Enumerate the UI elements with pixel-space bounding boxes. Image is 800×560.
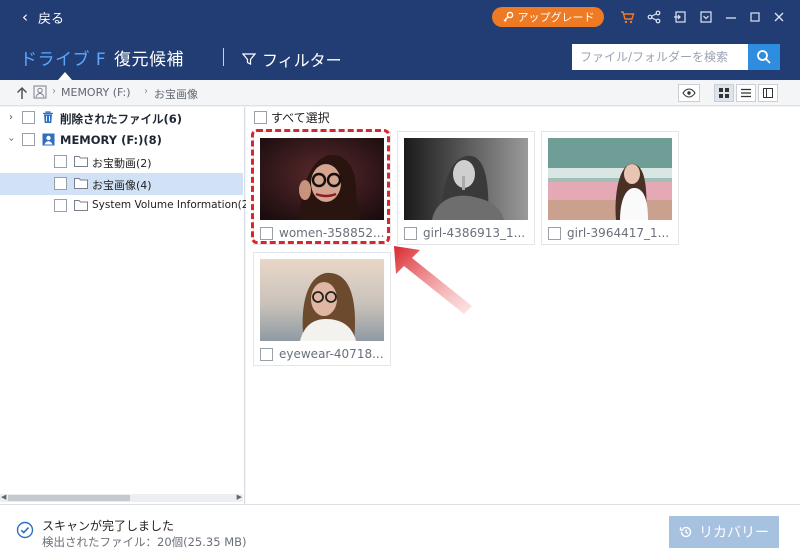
upgrade-label: アップグレード — [517, 11, 595, 24]
detail-view-button[interactable] — [758, 84, 778, 102]
tree-checkbox[interactable] — [22, 133, 35, 146]
expand-icon[interactable]: › — [6, 112, 16, 123]
detail-panel-icon — [763, 88, 773, 98]
image-thumbnail — [260, 138, 384, 220]
breadcrumb-separator-icon: › — [144, 86, 148, 97]
title-bar: ‹ 戻る アップグレード — [0, 0, 800, 34]
grid-view-button[interactable] — [714, 84, 734, 102]
folder-icon — [74, 177, 88, 192]
drive-user-icon — [42, 133, 55, 149]
filter-label: フィルター — [262, 51, 342, 70]
tree-label: System Volume Information(2) — [92, 199, 253, 211]
tree-label: 削除されたファイル(6) — [60, 112, 183, 126]
preview-toggle-button[interactable] — [678, 84, 700, 102]
file-name: eyewear-40718... — [279, 347, 384, 361]
back-label: 戻る — [38, 11, 65, 27]
filter-button[interactable]: フィルター — [242, 47, 342, 71]
breadcrumb-folder[interactable]: お宝画像 — [154, 86, 198, 102]
close-icon[interactable] — [771, 9, 787, 25]
tree-item-folder[interactable]: System Volume Information(2) — [0, 195, 253, 217]
image-thumbnail — [404, 138, 528, 220]
eye-icon — [682, 88, 696, 98]
nav-bar: ドライブ F 復元候補 フィルター — [0, 34, 800, 80]
file-checkbox[interactable] — [404, 227, 417, 240]
folder-tree: › 削除されたファイル(6) › MEMORY (F:)(8) お宝動画(2) … — [0, 107, 253, 504]
status-bar: スキャンが完了しました 検出されたファイル：20個(25.35 MB) リカバリ… — [0, 504, 800, 560]
minimize-icon[interactable] — [723, 9, 739, 25]
breadcrumb-drive[interactable]: MEMORY (F:) — [61, 86, 131, 99]
select-all-label: すべて選択 — [271, 111, 330, 125]
signout-icon[interactable] — [672, 9, 688, 25]
search-icon — [757, 50, 771, 64]
tree-checkbox[interactable] — [54, 155, 67, 168]
scroll-left-icon[interactable]: ◀ — [1, 493, 6, 501]
trash-icon — [42, 111, 54, 127]
tree-checkbox[interactable] — [54, 199, 67, 212]
recover-button[interactable]: リカバリー — [669, 516, 779, 548]
tree-checkbox[interactable] — [22, 111, 35, 124]
folder-icon — [74, 155, 88, 170]
list-view-button[interactable] — [736, 84, 756, 102]
tab-recovery[interactable]: 復元候補 — [114, 45, 184, 70]
file-tile[interactable]: girl-4386913_1... — [397, 131, 535, 245]
chevron-left-icon: ‹ — [22, 7, 28, 26]
active-tab-caret — [58, 72, 72, 80]
search-input[interactable] — [572, 44, 748, 70]
file-checkbox[interactable] — [260, 227, 273, 240]
upgrade-button[interactable]: アップグレード — [492, 7, 604, 27]
file-name: women-358852... — [279, 226, 385, 240]
back-button[interactable]: ‹ 戻る — [22, 7, 65, 27]
drive-user-icon — [33, 85, 47, 102]
file-checkbox[interactable] — [260, 348, 273, 361]
image-thumbnail — [260, 259, 384, 341]
breadcrumb: › MEMORY (F:) › お宝画像 — [0, 80, 800, 106]
tab-drive[interactable]: ドライブ F — [20, 45, 106, 70]
image-thumbnail — [548, 138, 672, 220]
select-all-checkbox[interactable] — [254, 111, 267, 124]
key-icon — [503, 11, 513, 22]
file-grid: すべて選択 women-358852... girl-4386913_1... — [246, 107, 800, 504]
history-icon — [679, 526, 692, 538]
status-title: スキャンが完了しました — [42, 519, 175, 533]
tree-item-deleted-files[interactable]: › 削除されたファイル(6) — [0, 107, 243, 129]
tree-label: お宝動画(2) — [92, 157, 152, 170]
tree-label: MEMORY (F:)(8) — [60, 133, 162, 147]
arrow-up-icon[interactable] — [14, 85, 30, 101]
maximize-icon[interactable] — [747, 9, 763, 25]
share-icon[interactable] — [646, 9, 662, 25]
file-name: girl-4386913_1... — [423, 226, 526, 240]
scrollbar-thumb[interactable] — [8, 495, 130, 501]
nav-divider — [223, 48, 224, 66]
search-button[interactable] — [748, 44, 780, 70]
scroll-right-icon[interactable]: ▶ — [237, 493, 242, 501]
horizontal-scrollbar[interactable]: ◀ ▶ — [0, 493, 243, 502]
tree-label: お宝画像(4) — [92, 179, 152, 192]
file-tile[interactable]: eyewear-40718... — [253, 252, 391, 366]
status-detail: 検出されたファイル：20個(25.35 MB) — [42, 535, 247, 549]
select-all[interactable]: すべて選択 — [254, 109, 330, 126]
folder-icon — [74, 199, 88, 214]
filter-icon — [242, 53, 256, 65]
tree-item-folder[interactable]: お宝画像(4) — [0, 173, 243, 195]
file-tile[interactable]: girl-3964417_1... — [541, 131, 679, 245]
list-icon — [741, 88, 751, 98]
grid-icon — [719, 88, 729, 98]
tree-item-memory-drive[interactable]: › MEMORY (F:)(8) — [0, 129, 243, 151]
tree-item-folder[interactable]: お宝動画(2) — [0, 151, 243, 173]
recover-label: リカバリー — [699, 525, 769, 541]
breadcrumb-separator-icon: › — [52, 86, 56, 97]
file-tile[interactable]: women-358852... — [253, 131, 391, 245]
check-circle-icon — [16, 521, 34, 543]
dropdown-icon[interactable] — [698, 9, 714, 25]
file-name: girl-3964417_1... — [567, 226, 670, 240]
file-checkbox[interactable] — [548, 227, 561, 240]
cart-icon[interactable] — [619, 9, 635, 25]
collapse-icon[interactable]: › — [6, 135, 17, 145]
tree-checkbox[interactable] — [54, 177, 67, 190]
